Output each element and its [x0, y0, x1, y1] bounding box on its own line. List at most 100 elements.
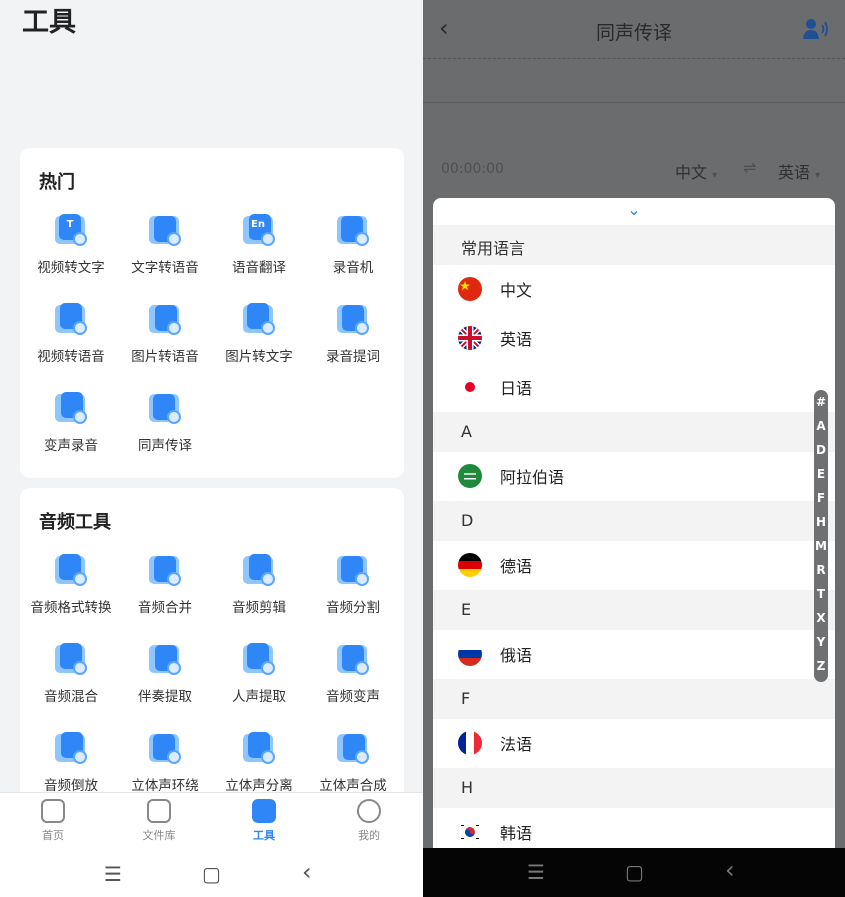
menu-icon[interactable]: ☰ — [527, 860, 545, 884]
bottom-nav: 首页 文件库 工具 我的 — [0, 792, 423, 850]
index-letter[interactable]: M — [814, 534, 828, 558]
toolbox-icon — [252, 799, 276, 823]
nav-item[interactable]: 文件库 — [124, 799, 194, 843]
flag-de-icon — [458, 553, 482, 577]
language-option[interactable]: 日语 — [433, 363, 835, 411]
index-letter[interactable]: H — [814, 510, 828, 534]
tool-item[interactable]: T 视频转文字 — [23, 212, 119, 276]
tool-label: 录音机 — [332, 260, 374, 276]
language-option[interactable]: 法语 — [433, 719, 835, 767]
timeline-ruler — [423, 58, 845, 68]
back-icon[interactable]: ‹ — [302, 858, 312, 886]
vocal-extract-icon — [241, 641, 277, 677]
header: ‹ 同声传译 — [423, 0, 845, 60]
home-square-icon[interactable]: ▢ — [625, 860, 644, 884]
tool-item[interactable]: 音频倒放 — [23, 730, 119, 794]
tool-item[interactable]: 立体声合成 — [305, 730, 401, 794]
speaker-mode-icon[interactable] — [803, 18, 829, 40]
tool-item[interactable]: 录音机 — [305, 212, 401, 276]
system-nav-bar: ☰ ▢ ‹ — [423, 848, 845, 897]
source-language-select[interactable]: 中文 ▾ — [675, 159, 717, 183]
tool-item[interactable]: 录音提词 — [305, 301, 401, 365]
audio-cut-icon — [241, 552, 277, 588]
index-letter[interactable]: X — [814, 606, 828, 630]
language-name: 阿拉伯语 — [500, 468, 565, 487]
index-letter[interactable]: # — [814, 390, 828, 414]
tool-item[interactable]: 音频合并 — [117, 552, 213, 616]
tool-label: 立体声合成 — [319, 778, 387, 794]
divider — [423, 102, 845, 103]
nav-item[interactable]: 工具 — [229, 799, 299, 843]
tool-item[interactable]: 图片转文字 — [211, 301, 307, 365]
tool-item[interactable]: 图片转语音 — [117, 301, 213, 365]
interpretation-screen: ‹ 同声传译 00:00:00 中文 ▾ ⇌ 英语 ▾ ⌄ 常用语言 中文英语日语… — [423, 0, 845, 897]
index-letter[interactable]: R — [814, 558, 828, 582]
flag-jp-icon — [458, 375, 482, 399]
language-name: 英语 — [500, 330, 533, 349]
teleprompter-icon — [335, 301, 371, 337]
tool-item[interactable]: 人声提取 — [211, 641, 307, 705]
tool-label: 视频转语音 — [37, 349, 105, 365]
index-letter[interactable]: A — [814, 414, 828, 438]
index-letter[interactable]: E — [814, 462, 828, 486]
nav-label: 首页 — [42, 829, 64, 842]
tool-item[interactable]: 音频混合 — [23, 641, 119, 705]
language-option[interactable]: 阿拉伯语 — [433, 452, 835, 500]
language-option[interactable]: 德语 — [433, 541, 835, 589]
flag-cn-icon — [458, 277, 482, 301]
index-letter[interactable]: T — [814, 582, 828, 606]
language-option[interactable]: 中文 — [433, 265, 835, 313]
target-language-select[interactable]: 英语 ▾ — [778, 159, 820, 183]
tool-item[interactable]: 音频剪辑 — [211, 552, 307, 616]
nav-item[interactable]: 我的 — [334, 799, 404, 843]
profile-icon — [357, 799, 381, 823]
stereo-synthesize-icon — [335, 730, 371, 766]
section-header: 常用语言 — [433, 225, 835, 265]
index-letter[interactable]: Y — [814, 630, 828, 654]
elapsed-time: 00:00:00 — [441, 161, 504, 177]
language-option[interactable]: 俄语 — [433, 630, 835, 678]
tool-item[interactable]: 变声录音 — [23, 390, 119, 454]
language-option[interactable]: 韩语 — [433, 808, 835, 848]
section-header-label: D — [461, 511, 474, 530]
section-header-label: F — [461, 689, 471, 708]
section-header: F — [433, 679, 835, 719]
tool-label: 音频倒放 — [44, 778, 98, 794]
text-to-speech-icon — [147, 212, 183, 248]
home-square-icon[interactable]: ▢ — [202, 862, 221, 886]
tool-item[interactable]: 同声传译 — [117, 390, 213, 454]
index-letter[interactable]: Z — [814, 654, 828, 678]
voice-changer-icon — [53, 390, 89, 426]
tool-item[interactable]: 文字转语音 — [117, 212, 213, 276]
nav-item[interactable]: 首页 — [18, 799, 88, 843]
flag-uk-icon — [458, 326, 482, 350]
index-letter[interactable]: D — [814, 438, 828, 462]
section-header: D — [433, 501, 835, 541]
audio-voice-change-icon — [335, 641, 371, 677]
collapse-chevron-icon[interactable]: ⌄ — [433, 200, 835, 219]
menu-icon[interactable]: ☰ — [104, 862, 122, 886]
tool-label: 音频合并 — [138, 600, 192, 616]
audio-section-title: 音频工具 — [39, 512, 111, 533]
index-letter[interactable]: F — [814, 486, 828, 510]
tool-item[interactable]: 立体声分离 — [211, 730, 307, 794]
tool-item[interactable]: 音频变声 — [305, 641, 401, 705]
tool-item[interactable]: 伴奏提取 — [117, 641, 213, 705]
tool-item[interactable]: 立体声环绕 — [117, 730, 213, 794]
flag-kr-icon — [458, 820, 482, 844]
swap-languages-icon[interactable]: ⇌ — [743, 158, 756, 177]
image-to-text-icon — [241, 301, 277, 337]
tool-item[interactable]: 音频分割 — [305, 552, 401, 616]
tool-item[interactable]: En 语音翻译 — [211, 212, 307, 276]
tool-label: 音频混合 — [44, 689, 98, 705]
alphabet-index-bar[interactable]: # A D E F H M R T X Y Z — [814, 390, 828, 682]
audio-mix-icon — [53, 641, 89, 677]
tool-item[interactable]: 视频转语音 — [23, 301, 119, 365]
section-header-label: H — [461, 778, 474, 797]
audio-reverse-icon — [53, 730, 89, 766]
tool-label: 变声录音 — [44, 438, 98, 454]
back-icon[interactable]: ‹ — [725, 856, 735, 884]
tool-item[interactable]: 音频格式转换 — [23, 552, 119, 616]
language-option[interactable]: 英语 — [433, 314, 835, 362]
accompaniment-extract-icon — [147, 641, 183, 677]
